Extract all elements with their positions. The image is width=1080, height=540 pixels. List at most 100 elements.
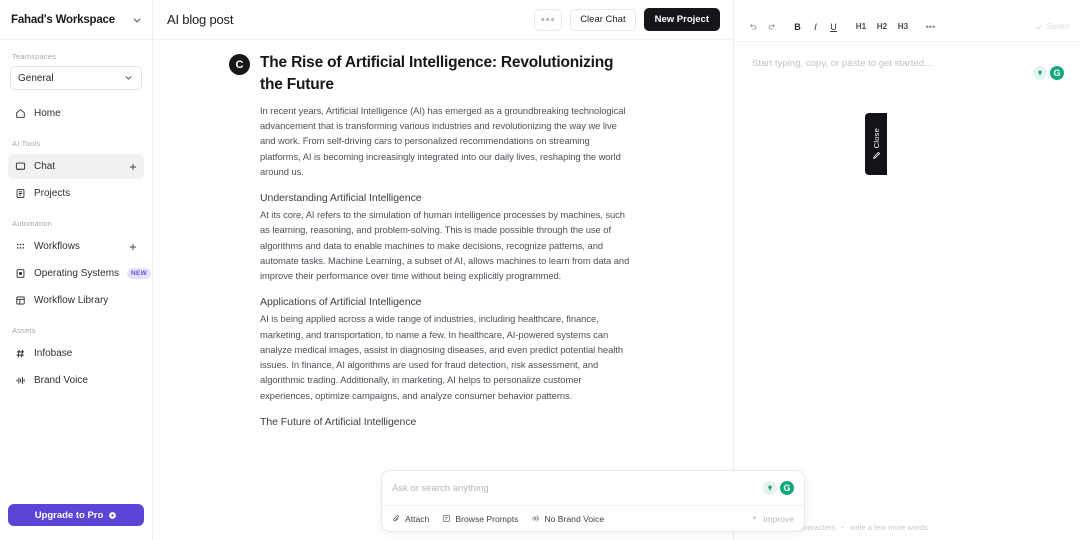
browse-prompts-label: Browse Prompts — [455, 514, 518, 524]
workspace-switcher[interactable]: Fahad's Workspace — [0, 0, 152, 40]
library-icon — [14, 295, 26, 307]
app-root: Fahad's Workspace Teamspaces General Hom… — [0, 0, 1080, 540]
editor-text-area[interactable]: Start typing, copy, or paste to get star… — [734, 42, 1080, 514]
brand-voice-label: No Brand Voice — [544, 514, 604, 524]
redo-icon[interactable] — [763, 18, 780, 35]
copy-ai-logo-icon: C — [236, 59, 244, 71]
grammarly-icon[interactable]: G — [1050, 66, 1064, 80]
bold-button[interactable]: B — [789, 18, 806, 35]
undo-icon[interactable] — [745, 18, 762, 35]
saved-label: Saved — [1046, 22, 1069, 31]
upgrade-label: Upgrade to Pro — [35, 510, 104, 521]
prompts-icon — [442, 514, 451, 523]
separator: • — [841, 523, 844, 532]
new-project-button[interactable]: New Project — [644, 8, 720, 31]
chevron-down-icon — [132, 15, 142, 25]
sidebar-item-workflows[interactable]: Workflows — [8, 234, 144, 259]
chat-input-placeholder: Ask or search anything — [392, 483, 763, 494]
ai-tools-label: AI Tools — [0, 139, 152, 148]
composer-toolbar: Attach Browse Prompts No Brand Voice — [382, 505, 804, 531]
more-options-button[interactable]: ••• — [534, 9, 562, 31]
sidebar-item-operating-systems[interactable]: Operating Systems NEW — [8, 261, 144, 286]
editor-assistant-pills: G — [1033, 66, 1064, 80]
editor-more-button[interactable]: ••• — [922, 18, 939, 35]
chevron-down-icon — [124, 73, 134, 83]
editor-toolbar: B I U H1 H2 H3 ••• Saved — [734, 12, 1080, 42]
teamspace-selected-value: General — [18, 73, 124, 84]
article-heading: Understanding Artificial Intelligence — [260, 192, 632, 204]
editor-hint: write a few more words — [850, 523, 928, 532]
document-icon — [14, 188, 26, 200]
composer-assistant-pills: G — [763, 481, 794, 495]
chat-scroll-area[interactable]: C The Rise of Artificial Intelligence: R… — [153, 40, 733, 540]
ellipsis-icon: ••• — [926, 22, 935, 32]
browse-prompts-button[interactable]: Browse Prompts — [442, 514, 518, 524]
composer: Ask or search anything G Attach — [381, 470, 805, 532]
teamspace-select[interactable]: General — [10, 66, 142, 90]
topbar: AI blog post ••• Clear Chat New Project — [153, 0, 733, 40]
heading-2-button[interactable]: H2 — [872, 18, 892, 35]
heading-3-button[interactable]: H3 — [893, 18, 913, 35]
sidebar-item-home[interactable]: Home — [8, 101, 144, 126]
message-body: The Rise of Artificial Intelligence: Rev… — [260, 52, 632, 431]
sidebar-item-chat[interactable]: Chat — [8, 154, 144, 179]
sparkle-icon — [750, 514, 759, 523]
workflow-icon — [14, 241, 26, 253]
attach-button[interactable]: Attach — [392, 514, 429, 524]
teamspaces-label: Teamspaces — [0, 52, 152, 61]
paperclip-icon — [392, 514, 401, 523]
italic-button[interactable]: I — [807, 18, 824, 35]
sidebar-item-label: Workflows — [34, 241, 120, 252]
plus-icon[interactable] — [128, 162, 138, 172]
saved-status: Saved — [1035, 22, 1069, 31]
sidebar-item-label: Home — [34, 108, 138, 119]
page-title: AI blog post — [167, 12, 526, 27]
hash-icon — [14, 348, 26, 360]
grammarly-icon[interactable]: G — [780, 481, 794, 495]
sidebar-item-label: Chat — [34, 161, 120, 172]
attach-label: Attach — [405, 514, 429, 524]
lightbulb-icon[interactable] — [1033, 66, 1047, 80]
assets-label: Assets — [0, 326, 152, 335]
upgrade-to-pro-button[interactable]: Upgrade to Pro — [8, 504, 144, 526]
article-paragraph: In recent years, Artificial Intelligence… — [260, 103, 632, 179]
sidebar-item-label: Operating Systems — [34, 268, 119, 279]
status-badge: NEW — [127, 268, 151, 279]
article-heading: Applications of Artificial Intelligence — [260, 296, 632, 308]
underline-button[interactable]: U — [825, 18, 842, 35]
article-paragraph: At its core, AI refers to the simulation… — [260, 207, 632, 283]
sidebar-item-workflow-library[interactable]: Workflow Library — [8, 288, 144, 313]
sidebar-item-label: Infobase — [34, 348, 138, 359]
heading-1-button[interactable]: H1 — [851, 18, 871, 35]
check-icon — [1035, 23, 1043, 31]
article-paragraph: AI is being applied across a wide range … — [260, 311, 632, 402]
clear-chat-label: Clear Chat — [580, 14, 625, 25]
article-heading: The Future of Artificial Intelligence — [260, 416, 632, 428]
chat-bubble-icon — [14, 161, 26, 173]
close-editor-tab[interactable]: Close — [865, 113, 887, 175]
chat-panel: AI blog post ••• Clear Chat New Project … — [153, 0, 733, 540]
close-editor-label: Close — [872, 128, 881, 148]
improve-label: Improve — [763, 514, 794, 524]
plus-icon[interactable] — [128, 242, 138, 252]
editor-panel: B I U H1 H2 H3 ••• Saved Start typing, c… — [733, 0, 1080, 540]
waveform-icon — [531, 514, 540, 523]
improve-button[interactable]: Improve — [750, 514, 794, 524]
automation-label: Automation — [0, 219, 152, 228]
article-title: The Rise of Artificial Intelligence: Rev… — [260, 52, 632, 96]
brand-voice-button[interactable]: No Brand Voice — [531, 514, 604, 524]
pencil-icon — [872, 151, 881, 160]
sidebar: Fahad's Workspace Teamspaces General Hom… — [0, 0, 153, 540]
avatar: C — [229, 54, 250, 75]
sidebar-item-label: Brand Voice — [34, 375, 138, 386]
new-project-label: New Project — [655, 14, 709, 25]
sidebar-item-infobase[interactable]: Infobase — [8, 341, 144, 366]
chat-input-row[interactable]: Ask or search anything G — [382, 471, 804, 505]
sidebar-item-projects[interactable]: Projects — [8, 181, 144, 206]
clear-chat-button[interactable]: Clear Chat — [570, 9, 635, 31]
lightbulb-icon[interactable] — [763, 481, 777, 495]
crown-icon — [108, 511, 117, 520]
sidebar-item-brand-voice[interactable]: Brand Voice — [8, 368, 144, 393]
editor-placeholder: Start typing, copy, or paste to get star… — [752, 58, 1062, 69]
sidebar-spacer — [0, 394, 152, 504]
